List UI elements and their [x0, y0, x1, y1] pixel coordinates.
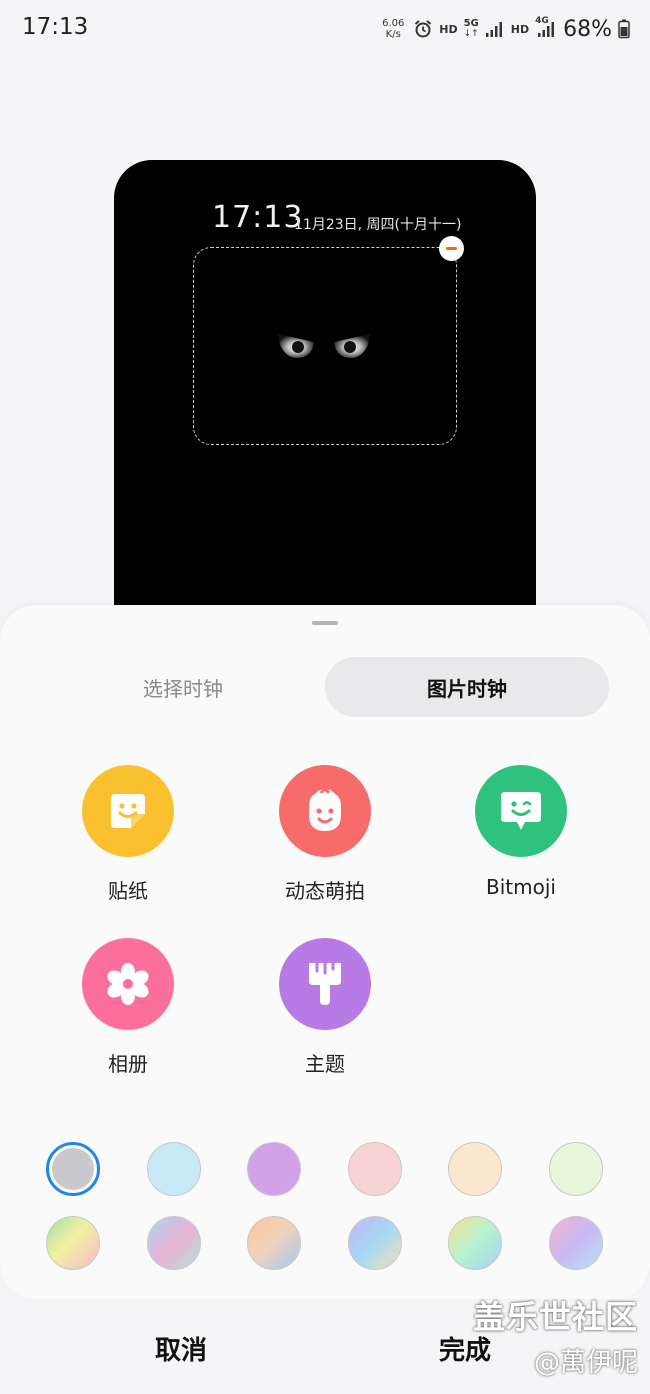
- network-speed: 6.06 K/s: [379, 18, 407, 40]
- lockscreen-preview: 17:13 11月23日, 周四(十月十一): [114, 160, 536, 630]
- battery-percent: 68%: [563, 16, 612, 42]
- option-sticker[interactable]: 贴纸: [48, 765, 208, 904]
- remove-widget-button[interactable]: [439, 236, 464, 261]
- net-speed-unit: K/s: [385, 29, 401, 40]
- tab-photo-clock[interactable]: 图片时钟: [325, 657, 609, 717]
- signal-icon: [485, 20, 505, 38]
- swatch-gray[interactable]: [46, 1142, 100, 1196]
- swatch-gradient-2[interactable]: [147, 1216, 201, 1270]
- bitmoji-icon: [475, 765, 567, 857]
- eyes-image: [278, 334, 370, 358]
- battery-icon: [618, 19, 630, 39]
- option-label: 贴纸: [108, 879, 148, 903]
- option-label: 动态萌拍: [285, 879, 365, 903]
- status-time: 17:13: [22, 14, 89, 40]
- hd-badge-2: HD: [510, 22, 530, 36]
- flower-icon: [82, 938, 174, 1030]
- option-label: 相册: [108, 1052, 148, 1076]
- watermark-author: @萬伊呢: [533, 1348, 638, 1378]
- swatch-pink[interactable]: [348, 1142, 402, 1196]
- network-5g-icon: 5G ↓↑: [463, 18, 479, 40]
- network-5g-label: 5G: [463, 18, 479, 29]
- cancel-button[interactable]: 取消: [155, 1330, 207, 1367]
- swatch-gradient-4[interactable]: [348, 1216, 402, 1270]
- paintbrush-icon: [279, 938, 371, 1030]
- status-bar: 17:13 6.06 K/s HD 5G ↓↑ HD 4G 68%: [0, 0, 650, 56]
- option-gallery[interactable]: 相册: [48, 938, 208, 1077]
- minus-icon: [446, 247, 457, 250]
- option-label: 主题: [305, 1052, 345, 1076]
- hd-badge-1: HD: [439, 22, 458, 36]
- swatch-gradient-5[interactable]: [448, 1216, 502, 1270]
- option-label: Bitmoji: [486, 875, 556, 899]
- swatch-mint[interactable]: [549, 1142, 603, 1196]
- preview-clock-time: 17:13: [212, 200, 304, 235]
- network-4g-label: 4G: [535, 16, 549, 26]
- swatch-inner: [52, 1148, 94, 1190]
- alarm-icon: [413, 19, 433, 39]
- swatch-gradient-6[interactable]: [549, 1216, 603, 1270]
- sheet-drag-handle[interactable]: [312, 621, 338, 625]
- option-theme[interactable]: 主题: [245, 938, 405, 1077]
- baby-face-icon: [279, 765, 371, 857]
- signal-4g-icon: 4G: [535, 16, 557, 38]
- status-icons: 6.06 K/s HD 5G ↓↑ HD 4G 68%: [379, 14, 630, 44]
- option-bitmoji[interactable]: Bitmoji: [441, 765, 601, 899]
- watermark-community: 盖乐世社区: [472, 1298, 638, 1336]
- net-speed-value: 6.06: [382, 18, 405, 29]
- sticker-icon: [82, 765, 174, 857]
- bottom-sheet: 选择时钟 图片时钟 贴纸 动态萌拍 Bitmoji 相册 主题: [0, 605, 650, 1299]
- option-live-sticker[interactable]: 动态萌拍: [245, 765, 405, 904]
- swatch-peach[interactable]: [448, 1142, 502, 1196]
- swatch-lavender[interactable]: [247, 1142, 301, 1196]
- tab-select-clock[interactable]: 选择时钟: [41, 657, 325, 717]
- swatch-light-blue[interactable]: [147, 1142, 201, 1196]
- swatch-gradient-1[interactable]: [46, 1216, 100, 1270]
- preview-clock-date: 11月23日, 周四(十月十一): [294, 217, 462, 233]
- swatch-gradient-3[interactable]: [247, 1216, 301, 1270]
